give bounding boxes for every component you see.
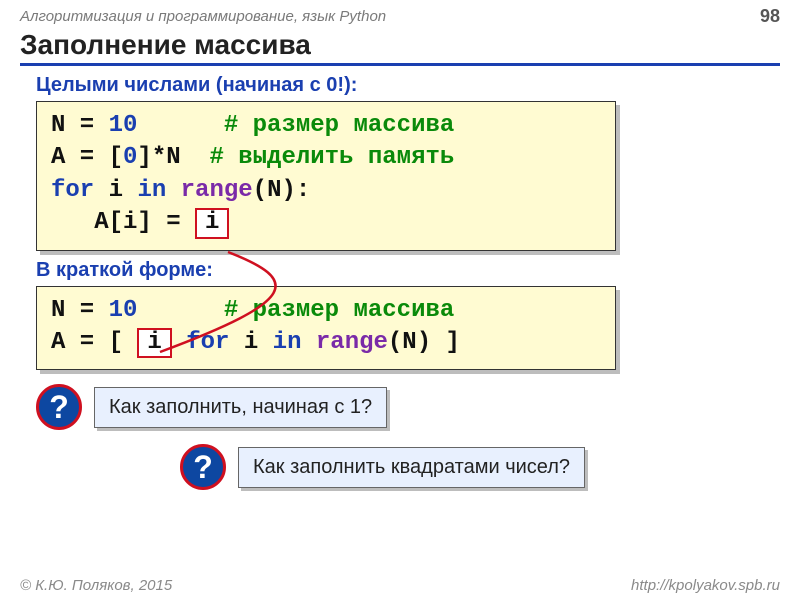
code-text: ]*N — [137, 144, 209, 171]
footer-url: http://kpolyakov.spb.ru — [631, 577, 780, 594]
highlight-i-2: i — [137, 328, 171, 358]
code-text: (N) ] — [388, 329, 460, 356]
code-text: A = [ — [51, 329, 137, 356]
code-comment: # выделить память — [209, 144, 454, 171]
course-label: Алгоритмизация и программирование, язык … — [20, 8, 386, 25]
question-box-1: Как заполнить, начиная с 1? — [94, 387, 387, 428]
code-number: 0 — [123, 144, 137, 171]
question-mark-icon: ? — [36, 384, 82, 430]
code-text: i — [229, 329, 272, 356]
code-text — [172, 329, 186, 356]
subtitle-2: В краткой форме: — [36, 259, 780, 282]
code-keyword: for — [51, 177, 94, 204]
code-block-2: N = 10 # размер массива A = [ i for i in… — [36, 286, 616, 371]
code-text: A[i] = — [51, 209, 195, 236]
question-box-2: Как заполнить квадратами чисел? — [238, 447, 585, 488]
code-keyword: in — [137, 177, 166, 204]
code-number: 10 — [109, 112, 138, 139]
page-title: Заполнение массива — [20, 29, 780, 66]
footer-copyright: © К.Ю. Поляков, 2015 — [20, 577, 172, 594]
question-mark-icon: ? — [180, 444, 226, 490]
code-number: 10 — [109, 297, 138, 324]
code-text — [166, 177, 180, 204]
code-text: N = — [51, 297, 109, 324]
code-block-1: N = 10 # размер массива A = [0]*N # выде… — [36, 101, 616, 251]
highlight-i-1: i — [195, 208, 229, 238]
subtitle-1: Целыми числами (начиная с 0!): — [36, 74, 780, 97]
code-builtin: range — [181, 177, 253, 204]
code-comment: # размер массива — [224, 297, 454, 324]
page-number: 98 — [760, 6, 780, 27]
code-text — [137, 297, 223, 324]
code-builtin: range — [316, 329, 388, 356]
code-keyword: in — [273, 329, 302, 356]
question-row-2: ? Как заполнить квадратами чисел? — [180, 444, 800, 490]
code-comment: # размер массива — [224, 112, 454, 139]
code-text: (N): — [253, 177, 311, 204]
code-text: i — [94, 177, 137, 204]
question-row-1: ? Как заполнить, начиная с 1? — [36, 384, 800, 430]
code-text — [137, 112, 223, 139]
code-text: N = — [51, 112, 109, 139]
code-keyword: for — [186, 329, 229, 356]
code-text: A = [ — [51, 144, 123, 171]
code-text — [301, 329, 315, 356]
